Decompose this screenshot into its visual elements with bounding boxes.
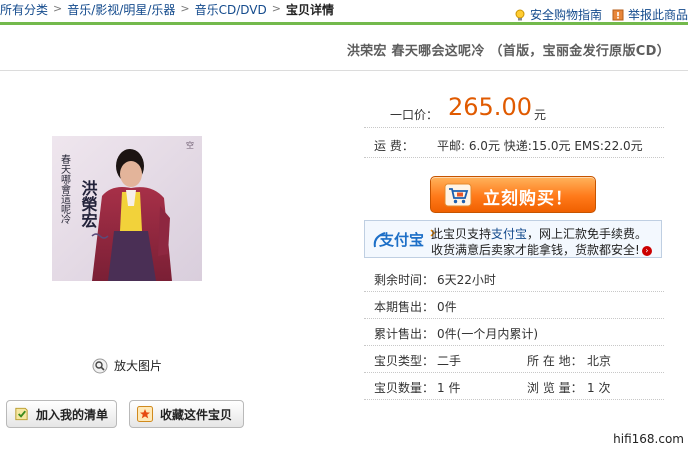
breadcrumb-all-categories[interactable]: 所有分类 <box>0 1 48 18</box>
total-sold-row: 累计售出： 0件(一个月内累计) <box>364 320 664 346</box>
album-cover-art: 春天哪會這呢冷 洪榮宏 空 <box>52 136 202 281</box>
breadcrumb: 所有分类 > 音乐/影视/明星/乐器 > 音乐CD/DVD > 宝贝详情 <box>0 0 334 18</box>
watermark: hifi168.com <box>613 432 684 446</box>
alipay-line-1-prefix: 此宝贝支持 <box>431 227 492 241</box>
alipay-link[interactable]: 支付宝 <box>491 227 527 241</box>
alipay-notice: 支付宝 此宝贝支持支付宝，网上汇款免手续费。 收货满意后卖家才能拿钱，货款都安全… <box>364 220 662 258</box>
item-type-value: 二手 <box>437 354 462 368</box>
remaining-time-row: 剩余时间： 6天22小时 <box>364 266 664 292</box>
buy-now-button[interactable]: 立刻购买！ <box>430 176 596 213</box>
price-label: 一口价： <box>390 108 439 122</box>
shipping-value: 平邮: 6.0元 快递:15.0元 EMS:22.0元 <box>437 139 643 153</box>
zoom-image-link[interactable]: 放大图片 <box>92 357 162 374</box>
svg-text:空: 空 <box>186 140 194 150</box>
safe-shopping-guide-label: 安全购物指南 <box>529 8 602 22</box>
quantity-value: 1 件 <box>437 381 461 395</box>
alipay-line-1: 此宝贝支持支付宝，网上汇款免手续费。 <box>431 225 647 242</box>
period-sold-row: 本期售出： 0件 <box>364 293 664 319</box>
breadcrumb-separator-icon: > <box>53 1 63 15</box>
favorite-item-label: 收藏这件宝贝 <box>160 407 233 422</box>
remaining-time-value: 6天22小时 <box>437 273 496 287</box>
title-bar: 洪荣宏 春天哪会这呢冷 （首版，宝丽金发行原版CD） <box>0 25 688 71</box>
album-cover-artist-name: 洪榮宏 <box>79 179 98 229</box>
add-list-icon <box>15 407 28 421</box>
period-sold-label: 本期售出： <box>374 300 435 314</box>
shipping-label: 运 费： <box>374 139 414 153</box>
report-item-link[interactable]: 举报此商品 <box>612 6 688 23</box>
album-cover-image[interactable]: 春天哪會這呢冷 洪榮宏 空 <box>52 136 202 281</box>
total-sold-label: 累计售出： <box>374 327 435 341</box>
location-label: 所 在 地： <box>527 354 583 368</box>
buy-now-label: 立刻购买！ <box>483 189 573 209</box>
total-sold-value: 0件(一个月内累计) <box>437 327 538 341</box>
breadcrumb-music-cd-dvd[interactable]: 音乐CD/DVD <box>195 1 267 18</box>
views-value: 1 次 <box>587 381 611 395</box>
report-flag-icon <box>612 9 624 20</box>
item-title: 洪荣宏 春天哪会这呢冷 （首版，宝丽金发行原版CD） <box>346 44 670 59</box>
top-bar: 所有分类 > 音乐/影视/明星/乐器 > 音乐CD/DVD > 宝贝详情 安全购… <box>0 0 688 24</box>
alipay-line-2-text: 收货满意后卖家才能拿钱，货款都安全! <box>431 243 640 257</box>
shipping-row: 运 费： 平邮: 6.0元 快递:15.0元 EMS:22.0元 <box>364 130 664 158</box>
alipay-line-2: 收货满意后卖家才能拿钱，货款都安全! › <box>431 241 652 258</box>
quantity-label: 宝贝数量： <box>374 381 435 395</box>
quantity-views-row: 宝贝数量： 1 件 浏 览 量： 1 次 <box>364 374 664 400</box>
alipay-logo-text: 支付宝 <box>378 231 424 249</box>
breadcrumb-separator-icon: > <box>271 1 281 15</box>
safety-bulb-icon <box>515 9 525 20</box>
views-label: 浏 览 量： <box>527 381 583 395</box>
period-sold-value: 0件 <box>437 300 457 314</box>
safe-shopping-guide-link[interactable]: 安全购物指南 <box>514 6 602 23</box>
album-cover-album-title: 春天哪會這呢冷 <box>59 154 71 225</box>
magnifier-icon <box>92 358 108 373</box>
price-value: 265.00 <box>448 93 532 121</box>
price-unit: 元 <box>534 108 547 122</box>
alipay-line-1-suffix: ，网上汇款免手续费。 <box>527 227 648 241</box>
shopping-cart-icon <box>444 183 472 206</box>
report-item-label: 举报此商品 <box>627 8 688 22</box>
alipay-info-icon[interactable]: › <box>641 245 652 256</box>
item-type-location-row: 宝贝类型： 二手 所 在 地： 北京 <box>364 347 664 373</box>
zoom-image-label: 放大图片 <box>114 359 163 373</box>
favorite-item-button[interactable]: 收藏这件宝贝 <box>129 400 244 428</box>
add-to-list-label: 加入我的清单 <box>35 407 108 422</box>
top-links: 安全购物指南 举报此商品 <box>504 6 688 23</box>
price-row: 一口价： 265.00 元 <box>364 92 664 128</box>
breadcrumb-current: 宝贝详情 <box>285 2 334 17</box>
add-to-list-button[interactable]: 加入我的清单 <box>6 400 117 428</box>
breadcrumb-music-movies[interactable]: 音乐/影视/明星/乐器 <box>67 1 175 18</box>
location-value: 北京 <box>587 354 612 368</box>
alipay-logo-icon: 支付宝 <box>373 229 436 249</box>
item-type-label: 宝贝类型： <box>374 354 435 368</box>
favorite-star-icon <box>137 406 153 422</box>
remaining-time-label: 剩余时间： <box>374 273 435 287</box>
item-detail-page: 所有分类 > 音乐/影视/明星/乐器 > 音乐CD/DVD > 宝贝详情 安全购… <box>0 0 688 450</box>
breadcrumb-separator-icon: > <box>180 1 190 15</box>
